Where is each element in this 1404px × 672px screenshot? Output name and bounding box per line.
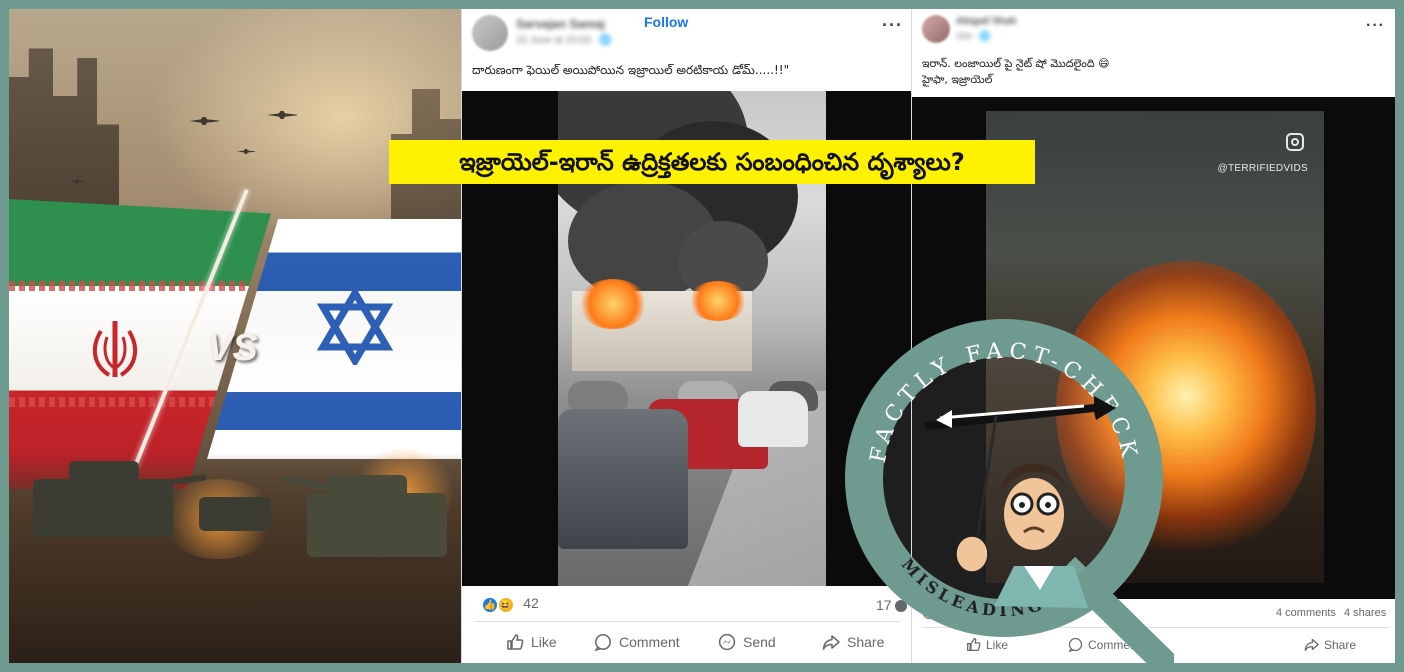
factly-fact-check-stamp: FACTLY FACT-CHECK MISLEADING [845, 319, 1174, 672]
headline-banner: ఇజ్రాయెల్-ఇరాన్ ఉద్రిక్తతలకు సంబంధించిన … [389, 140, 1035, 184]
like-label: Like [531, 634, 557, 650]
share-label: Share [1324, 637, 1357, 652]
like-button[interactable]: Like [506, 633, 557, 651]
divider [474, 621, 900, 622]
reactions-count: 42 [523, 595, 539, 611]
video-watermark: @TERRIFIEDVIDS [1217, 163, 1308, 174]
flag-trim [9, 281, 271, 291]
like-reaction-icon: 👍 [482, 596, 498, 613]
parked-car [568, 381, 628, 409]
collage-frame: VS Sarvajan Samaj 15 June at 15:03 · 🌐 F… [9, 9, 1395, 663]
post-caption: దారుణంగా ఫెయిల్ అయిపోయిన ఇజ్రాయిల్ అరటిక… [472, 63, 790, 77]
shares-count[interactable]: 4 shares [1344, 607, 1386, 619]
more-dots-icon[interactable]: ··· [1366, 17, 1385, 35]
send-button[interactable]: Send [718, 633, 776, 651]
comment-button[interactable]: Comment [594, 633, 680, 651]
grey-car [558, 409, 688, 549]
haha-reaction-icon: 😆 [497, 596, 514, 613]
share-button[interactable]: Share [1304, 637, 1356, 652]
iran-emblem-icon [92, 321, 138, 377]
author-name-blurred[interactable]: Abigail Shah [956, 16, 1017, 27]
follow-button[interactable]: Follow [644, 14, 688, 30]
white-car [738, 391, 808, 447]
share-icon [1304, 638, 1319, 651]
tank-middle [199, 497, 271, 531]
post-meta-blurred: 15d · 🌐 [956, 31, 991, 41]
fire-flame [688, 281, 748, 321]
reaction-summary[interactable]: 👍 😆 42 [482, 595, 539, 613]
tank-left-turret [69, 461, 139, 485]
send-label: Send [743, 634, 776, 650]
share-icon [822, 635, 840, 650]
author-avatar[interactable] [922, 15, 950, 43]
instagram-icon [1286, 133, 1304, 151]
author-name-blurred[interactable]: Sarvajan Samaj [516, 17, 605, 31]
messenger-icon [718, 633, 736, 651]
author-avatar[interactable] [472, 15, 508, 51]
post-meta-blurred: 15 June at 15:03 · 🌐 [516, 35, 612, 46]
post-caption-line1: ఇరాన్. లంజాయిల్ పై నైట్ షో మొదలైంది 😄 [922, 57, 1110, 70]
more-dots-icon[interactable]: ··· [882, 15, 903, 36]
fire-flame [578, 279, 648, 329]
tank-right [307, 493, 447, 557]
star-of-david-icon [317, 289, 393, 365]
comments-count[interactable]: 4 comments [1276, 607, 1336, 619]
post-caption-line2: హైఫా, ఇజ్రాయెల్ [922, 73, 993, 86]
vs-label: VS [207, 327, 258, 369]
iran-vs-israel-poster: VS [9, 9, 461, 663]
comment-icon [594, 634, 611, 651]
like-icon [507, 634, 524, 650]
comment-label: Comment [619, 634, 680, 650]
